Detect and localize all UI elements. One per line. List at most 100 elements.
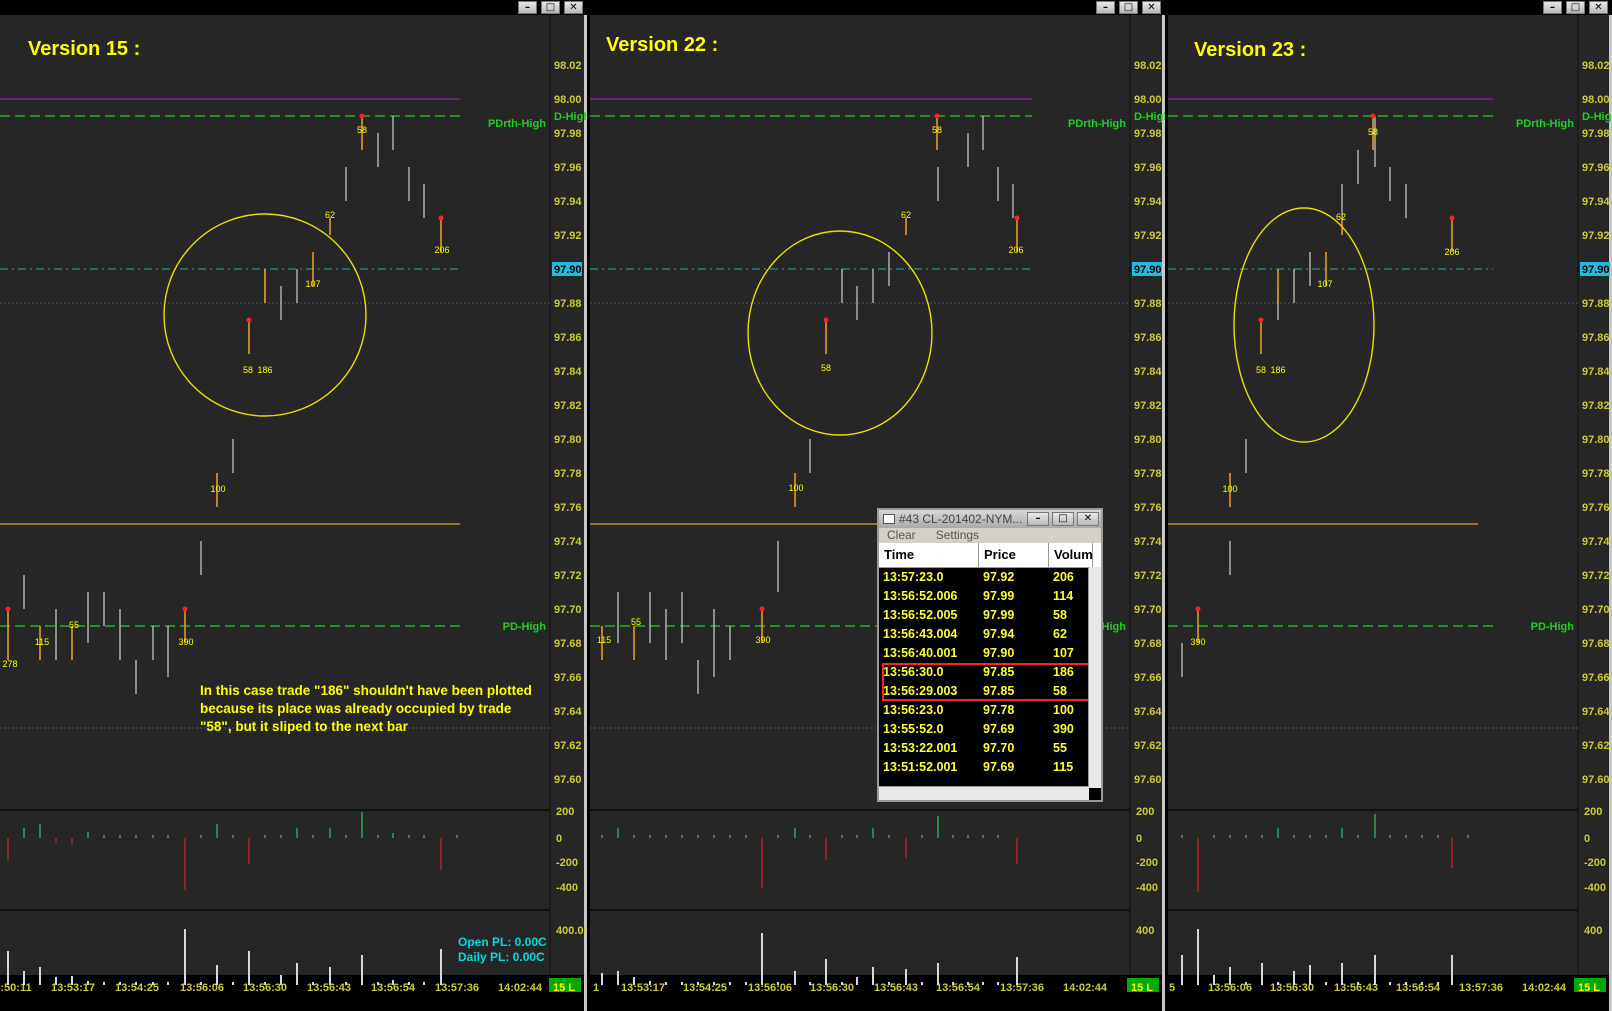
trade-label: 100 — [788, 483, 803, 493]
table-row[interactable]: 13:56:30.0 97.85 186 — [879, 663, 1101, 682]
chart-panel-version-23[interactable]: – □ ✕ D-High PDrth-High PD-High 98.02 98.00 9… — [1168, 0, 1612, 1011]
price-tick-label: 97.62 — [554, 740, 582, 752]
close-icon[interactable]: ✕ — [1142, 1, 1161, 14]
maximize-icon[interactable]: □ — [1052, 512, 1074, 526]
column-header-time[interactable]: Time — [879, 543, 979, 567]
pdrth-high-label: PDrth-High — [1068, 118, 1126, 130]
trade-label: 107 — [305, 279, 320, 289]
time-tick-label: :50:11 — [0, 982, 31, 994]
minimize-icon[interactable]: – — [518, 1, 537, 14]
price-chart[interactable]: D-High PDrth-High PD-High 98.02 98.00 97.98 97… — [1168, 15, 1612, 1011]
minimize-icon[interactable]: – — [1543, 1, 1562, 14]
column-header-price[interactable]: Price — [979, 543, 1049, 567]
price-tick-label: 97.64 — [554, 706, 582, 718]
table-row[interactable]: 13:51:52.001 97.69 115 — [879, 758, 1101, 777]
price-tick-label: 97.88 — [1582, 298, 1610, 310]
trade-label: 390 — [1190, 637, 1205, 647]
price-tick-label: 97.66 — [1134, 672, 1162, 684]
maximize-icon[interactable]: □ — [1566, 1, 1585, 14]
price-cell: 97.99 — [983, 608, 1015, 622]
maximize-icon[interactable]: □ — [541, 1, 560, 14]
price-tick-label: 97.94 — [554, 196, 582, 208]
delta-tick-label: 0 — [1584, 833, 1590, 845]
d-high-label: D-High — [1134, 111, 1165, 123]
table-row[interactable]: 13:56:29.003 97.85 58 — [879, 682, 1101, 701]
maximize-icon[interactable]: □ — [1119, 1, 1138, 14]
table-row[interactable]: 13:56:52.006 97.99 114 — [879, 587, 1101, 606]
delta-tick-label: -200 — [1584, 857, 1606, 869]
price-tick-label: 97.84 — [1582, 366, 1610, 378]
close-icon[interactable]: ✕ — [1077, 512, 1099, 526]
trade-window-titlebar[interactable]: #43 CL-201402-NYM... – □ ✕ — [879, 510, 1101, 528]
price-tick-label: 97.82 — [1134, 400, 1162, 412]
table-row[interactable]: 13:56:52.005 97.99 58 — [879, 606, 1101, 625]
time-tick-label: 5 — [1169, 982, 1175, 994]
minimize-icon[interactable]: – — [1027, 512, 1049, 526]
price-tick-label: 97.62 — [1134, 740, 1162, 752]
panel-titlebar: – □ ✕ — [590, 0, 1165, 15]
price-tick-label: 97.88 — [554, 298, 582, 310]
table-row[interactable]: 13:56:40.001 97.90 107 — [879, 644, 1101, 663]
trade-label: 55 — [631, 617, 641, 627]
window-icon — [883, 514, 895, 524]
volume-cell: 114 — [1053, 589, 1074, 603]
price-tick-label: 97.78 — [1134, 468, 1162, 480]
clear-button[interactable]: Clear — [887, 528, 916, 543]
time-tick-label: 13:56:54 — [1396, 982, 1441, 994]
pd-high-label: PD-High — [503, 621, 547, 633]
delta-tick-label: 0 — [556, 833, 562, 845]
period-badge-label: 15 L — [1131, 982, 1153, 994]
close-icon[interactable]: ✕ — [564, 1, 583, 14]
time-cell: 13:53:22.001 — [883, 741, 958, 755]
price-tick-label: 97.72 — [1134, 570, 1162, 582]
chart-panel-version-22[interactable]: – □ ✕ D-HighPDrth-HighPD-High98.0298.009… — [590, 0, 1165, 1011]
pd-high-label: PD-High — [1531, 621, 1575, 633]
time-tick-label: 13:57:36 — [1000, 982, 1044, 994]
price-chart[interactable]: D-High PDrth-High PD-High 98.02 98.00 97.98 97… — [0, 15, 587, 1011]
delta-tick-label: -400 — [556, 882, 578, 894]
daily-pl: Daily PL: 0.00C — [458, 950, 545, 964]
table-row[interactable]: 13:56:23.0 97.78 100 — [879, 701, 1101, 720]
price-tick-label: 98.00 — [1134, 94, 1162, 106]
volume-cell: 62 — [1053, 627, 1067, 641]
volume-cell: 55 — [1053, 741, 1067, 755]
axis-background — [1130, 15, 1162, 975]
settings-button[interactable]: Settings — [936, 528, 979, 543]
trade-dot — [438, 215, 444, 221]
version-title: Version 23 : — [1194, 39, 1307, 61]
table-row[interactable]: 13:57:23.0 97.92 206 — [879, 568, 1101, 587]
trade-label: 100 — [210, 484, 225, 494]
price-tick-label: 97.64 — [1582, 706, 1610, 718]
trade-dot — [5, 606, 11, 612]
table-header: Time Price Volum — [879, 543, 1101, 568]
price-tick-label: 97.82 — [1582, 400, 1610, 412]
price-tick-label: 97.68 — [554, 638, 582, 650]
table-row[interactable]: 13:53:22.001 97.70 55 — [879, 739, 1101, 758]
volume-tick-label: 400 — [1136, 925, 1154, 937]
price-tick-label: 97.98 — [554, 128, 582, 140]
chart-panel-version-15[interactable]: – □ ✕ D-High PDrth-High PD-High 98.02 98.00 9… — [0, 0, 587, 1011]
table-row[interactable]: 13:55:52.0 97.69 390 — [879, 720, 1101, 739]
table-row[interactable]: 13:56:43.004 97.94 62 — [879, 625, 1101, 644]
column-header-volume[interactable]: Volum — [1049, 543, 1093, 567]
annotation-text: In this case trade "186" shouldn't have … — [200, 683, 532, 734]
time-and-sales-window[interactable]: #43 CL-201402-NYM... – □ ✕ Clear Setting… — [877, 508, 1103, 802]
price-tick-label: 97.60 — [1134, 774, 1162, 786]
price-tick-label: 97.76 — [554, 502, 582, 514]
trade-table-body: 13:57:23.0 97.92 206 13:56:52.006 97.99 114 13… — [879, 568, 1101, 774]
vertical-scrollbar[interactable] — [1088, 567, 1101, 788]
time-cell: 13:56:23.0 — [883, 703, 944, 717]
time-cell: 13:56:52.005 — [883, 608, 958, 622]
close-icon[interactable]: ✕ — [1589, 1, 1608, 14]
trade-label: 186 — [257, 365, 272, 375]
d-high-label: D-High — [1582, 111, 1612, 123]
minimize-icon[interactable]: – — [1096, 1, 1115, 14]
trade-dot — [1014, 215, 1020, 221]
trade-dot — [359, 113, 365, 119]
trade-label: 58 — [357, 125, 367, 135]
horizontal-scrollbar[interactable] — [879, 786, 1089, 800]
price-cell: 97.69 — [983, 760, 1015, 774]
price-tick-label: 97.80 — [554, 434, 582, 446]
price-tick-label: 97.76 — [1134, 502, 1162, 514]
delta-tick-label: 0 — [1136, 833, 1142, 845]
